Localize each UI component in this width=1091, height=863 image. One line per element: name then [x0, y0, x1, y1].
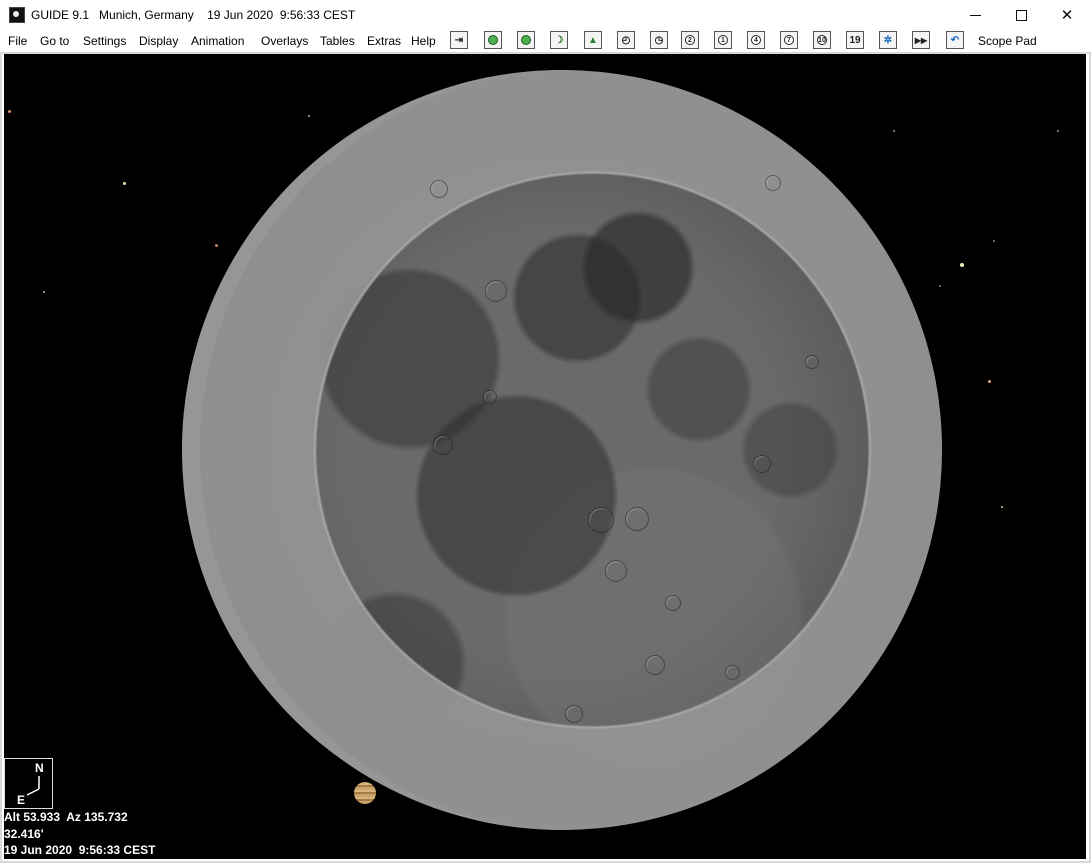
sky-chart[interactable] — [4, 54, 1086, 859]
moon-crater — [433, 435, 453, 455]
zoom-level-2-button[interactable]: 2 — [681, 31, 699, 49]
compass-arrows-icon — [26, 776, 40, 796]
menu-display[interactable]: Display — [139, 34, 178, 48]
guide-app-icon[interactable] — [9, 7, 25, 23]
target-button[interactable] — [517, 31, 535, 49]
time-button[interactable]: ◴ — [617, 31, 635, 49]
menu-file[interactable]: File — [8, 34, 27, 48]
compass-north-label: N — [35, 761, 44, 775]
undo-icon: ↶ — [950, 34, 960, 46]
zoom-level-10-button[interactable]: 10 — [813, 31, 831, 49]
star[interactable] — [215, 244, 218, 247]
star[interactable] — [1057, 130, 1059, 132]
status-datetime: 19 Jun 2020 9:56:33 CEST — [4, 843, 156, 857]
menu-extras[interactable]: Extras — [367, 34, 401, 48]
star[interactable] — [939, 285, 941, 287]
window-title: GUIDE 9.1 Munich, Germany 19 Jun 2020 9:… — [31, 8, 355, 22]
menu-goto[interactable]: Go to — [40, 34, 69, 48]
title-datetime: 19 Jun 2020 9:56:33 CEST — [207, 8, 356, 22]
minimize-icon — [969, 14, 981, 16]
close-button[interactable]: ✕ — [1044, 0, 1090, 30]
level-19-button[interactable]: 19 — [846, 31, 864, 49]
moon-disk[interactable] — [182, 70, 942, 830]
moon-crater — [605, 560, 627, 582]
landscape-icon: ▲ — [588, 34, 598, 46]
zoom-7-icon: 7 — [784, 35, 794, 45]
star[interactable] — [308, 115, 310, 117]
moon-crater — [483, 390, 497, 404]
star[interactable] — [988, 380, 991, 383]
clock-2-icon: ◷ — [654, 34, 664, 46]
undo-button[interactable]: ↶ — [946, 31, 964, 49]
moon-crater — [765, 175, 781, 191]
alt-az-readout: Alt 53.933 Az 135.732 — [4, 810, 128, 824]
moon-crater — [645, 655, 665, 675]
moon-crater — [725, 665, 740, 680]
horizon-button[interactable]: ▲ — [584, 31, 602, 49]
field-of-view-readout: 32.416' — [4, 827, 44, 841]
arrow-target-icon: ⇥ — [454, 34, 464, 46]
star[interactable] — [123, 182, 126, 185]
star-sparkle-icon: ✲ — [883, 34, 893, 46]
zoom-10-icon: 10 — [817, 35, 827, 45]
moon-crater — [753, 455, 771, 473]
star[interactable] — [1001, 506, 1003, 508]
compass-east-label: E — [17, 793, 26, 807]
maximize-icon — [1015, 9, 1027, 21]
fast-forward-icon: ▶▶ — [914, 35, 928, 45]
star[interactable] — [960, 263, 964, 267]
goto-object-button[interactable]: ⇥ — [450, 31, 468, 49]
moon-crater — [625, 507, 649, 531]
location-label: Munich, Germany — [99, 8, 194, 22]
jupiter-planet[interactable] — [354, 782, 376, 804]
moon-crater — [805, 355, 819, 369]
scope-pad-button[interactable]: Scope Pad — [978, 34, 1037, 48]
clock-1-icon: ◴ — [621, 34, 631, 46]
zoom-1-icon: 1 — [718, 35, 728, 45]
moon-crater — [485, 280, 507, 302]
menu-animation[interactable]: Animation — [191, 34, 244, 48]
star[interactable] — [893, 130, 895, 132]
close-icon: ✕ — [1060, 7, 1074, 24]
menu-tables[interactable]: Tables — [320, 34, 355, 48]
zoom-4-icon: 4 — [751, 35, 761, 45]
moon-crater — [430, 180, 448, 198]
compass-rose: N E — [4, 758, 53, 809]
star[interactable] — [993, 240, 995, 242]
moon-crater — [588, 507, 614, 533]
menu-settings[interactable]: Settings — [83, 34, 126, 48]
zoom-level-1-button[interactable]: 1 — [714, 31, 732, 49]
moon-button[interactable]: ☽ — [550, 31, 568, 49]
title-bar: GUIDE 9.1 Munich, Germany 19 Jun 2020 9:… — [0, 0, 1091, 31]
star-display-button[interactable]: ✲ — [879, 31, 897, 49]
moon-crater — [565, 705, 583, 723]
zoom-2-icon: 2 — [685, 35, 695, 45]
fast-forward-button[interactable]: ▶▶ — [912, 31, 930, 49]
maximize-button[interactable] — [998, 0, 1044, 30]
minimize-button[interactable] — [952, 0, 998, 30]
star[interactable] — [43, 291, 45, 293]
target-circle-icon — [521, 35, 531, 45]
planet-icon — [488, 35, 498, 45]
moon-crater — [665, 595, 681, 611]
app-title: GUIDE 9.1 — [31, 8, 90, 22]
star[interactable] — [8, 110, 11, 113]
menu-help[interactable]: Help — [411, 34, 436, 48]
menu-overlays[interactable]: Overlays — [261, 34, 308, 48]
moon-icon: ☽ — [554, 34, 564, 46]
level-19-icon: 19 — [849, 34, 861, 46]
time-settings-button[interactable]: ◷ — [650, 31, 668, 49]
zoom-level-4-button[interactable]: 4 — [747, 31, 765, 49]
zoom-level-7-button[interactable]: 7 — [780, 31, 798, 49]
planets-button[interactable] — [484, 31, 502, 49]
